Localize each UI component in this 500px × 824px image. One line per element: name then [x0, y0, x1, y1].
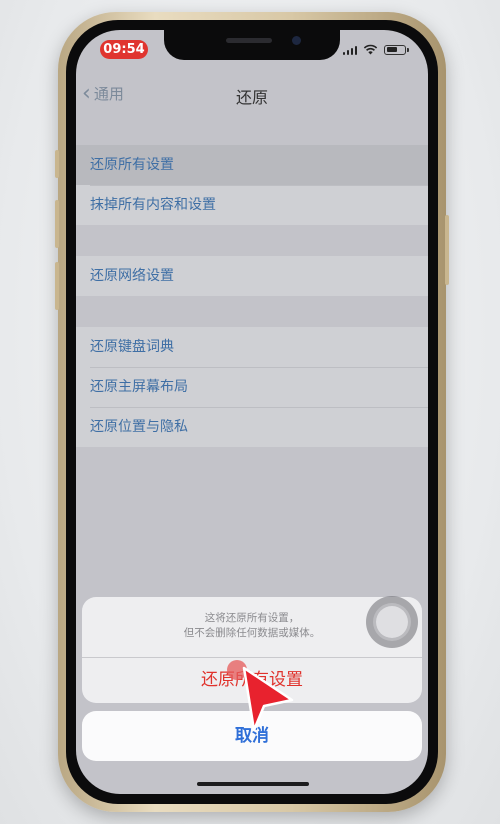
home-indicator[interactable]	[197, 782, 309, 786]
phone-screen: 09:54 ‹ 通用 还原 还原所有设置 抹掉所有内容和设置 还原网络设置 还原…	[76, 30, 428, 794]
battery-icon	[384, 44, 409, 55]
volume-down-button	[55, 262, 59, 310]
list-item-erase-all-content[interactable]: 抹掉所有内容和设置	[76, 185, 428, 225]
signal-icon	[342, 45, 357, 55]
list-item-reset-network[interactable]: 还原网络设置	[76, 256, 428, 296]
list-item-reset-keyboard[interactable]: 还原键盘词典	[76, 327, 428, 367]
front-camera	[292, 36, 301, 45]
list-item-reset-home-layout[interactable]: 还原主屏幕布局	[76, 367, 428, 407]
list-item-reset-all-settings[interactable]: 还原所有设置	[76, 145, 428, 185]
settings-group: 还原网络设置	[76, 256, 428, 296]
settings-group: 还原键盘词典 还原主屏幕布局 还原位置与隐私	[76, 327, 428, 447]
assistive-touch-icon[interactable]	[366, 596, 418, 648]
notch	[164, 30, 340, 60]
status-icons	[342, 44, 409, 55]
settings-list: 还原所有设置 抹掉所有内容和设置 还原网络设置 还原键盘词典 还原主屏幕布局 还…	[76, 114, 428, 447]
list-item-reset-location-privacy[interactable]: 还原位置与隐私	[76, 407, 428, 447]
action-button	[55, 150, 59, 178]
speaker-grille	[226, 38, 272, 43]
settings-group: 还原所有设置 抹掉所有内容和设置	[76, 145, 428, 225]
volume-up-button	[55, 200, 59, 248]
cursor-arrow-icon	[242, 666, 294, 732]
status-time[interactable]: 09:54	[100, 40, 148, 59]
wifi-icon	[363, 44, 378, 55]
power-button	[445, 215, 449, 285]
page-title: 还原	[235, 88, 268, 107]
navigation-bar: ‹ 通用 还原	[76, 74, 428, 114]
